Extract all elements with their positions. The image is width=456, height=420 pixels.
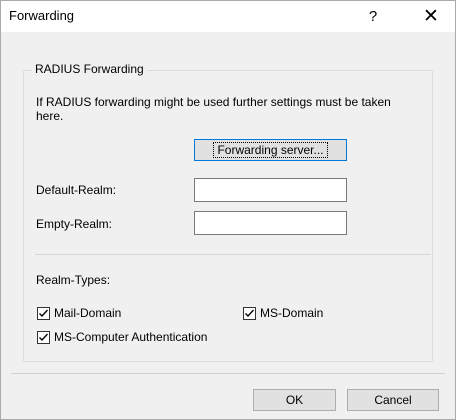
mail-domain-label: Mail-Domain bbox=[54, 306, 122, 320]
checkbox-box bbox=[37, 330, 50, 344]
ms-domain-checkbox[interactable]: MS-Domain bbox=[243, 306, 323, 320]
checkbox-box bbox=[243, 306, 256, 320]
intro-text: If RADIUS forwarding might be used furth… bbox=[36, 95, 391, 123]
empty-realm-label: Empty-Realm: bbox=[36, 217, 113, 231]
help-icon: ? bbox=[368, 8, 378, 25]
ok-label: OK bbox=[285, 393, 304, 407]
close-icon: ✕ bbox=[423, 6, 439, 27]
title-bar: Forwarding ? ✕ bbox=[1, 1, 455, 32]
ms-domain-label: MS-Domain bbox=[260, 306, 324, 320]
ms-computer-auth-label: MS-Computer Authentication bbox=[54, 330, 208, 344]
cancel-button[interactable]: Cancel bbox=[347, 389, 439, 411]
ms-computer-auth-checkbox[interactable]: MS-Computer Authentication bbox=[37, 330, 207, 344]
help-button[interactable]: ? bbox=[351, 1, 395, 32]
checkmark-icon bbox=[39, 333, 48, 341]
forwarding-dialog: Forwarding ? ✕ RADIUS Forwarding If RADI… bbox=[0, 0, 456, 420]
ok-button[interactable]: OK bbox=[253, 389, 336, 411]
groupbox-title: RADIUS Forwarding bbox=[32, 62, 147, 76]
default-realm-field[interactable] bbox=[194, 178, 347, 202]
window-title: Forwarding bbox=[9, 8, 75, 23]
cancel-label: Cancel bbox=[374, 393, 412, 407]
footer-separator bbox=[11, 373, 445, 374]
mail-domain-checkbox[interactable]: Mail-Domain bbox=[37, 306, 121, 320]
group-separator bbox=[35, 254, 431, 255]
empty-realm-field[interactable] bbox=[194, 211, 347, 235]
default-realm-label: Default-Realm: bbox=[36, 183, 117, 197]
checkmark-icon bbox=[245, 309, 254, 317]
forwarding-server-button[interactable]: Forwarding server... bbox=[194, 139, 347, 161]
forwarding-server-label: Forwarding server... bbox=[213, 142, 328, 158]
realm-types-label: Realm-Types: bbox=[36, 273, 111, 287]
checkmark-icon bbox=[39, 309, 48, 317]
close-button[interactable]: ✕ bbox=[409, 1, 453, 32]
checkbox-box bbox=[37, 306, 50, 320]
